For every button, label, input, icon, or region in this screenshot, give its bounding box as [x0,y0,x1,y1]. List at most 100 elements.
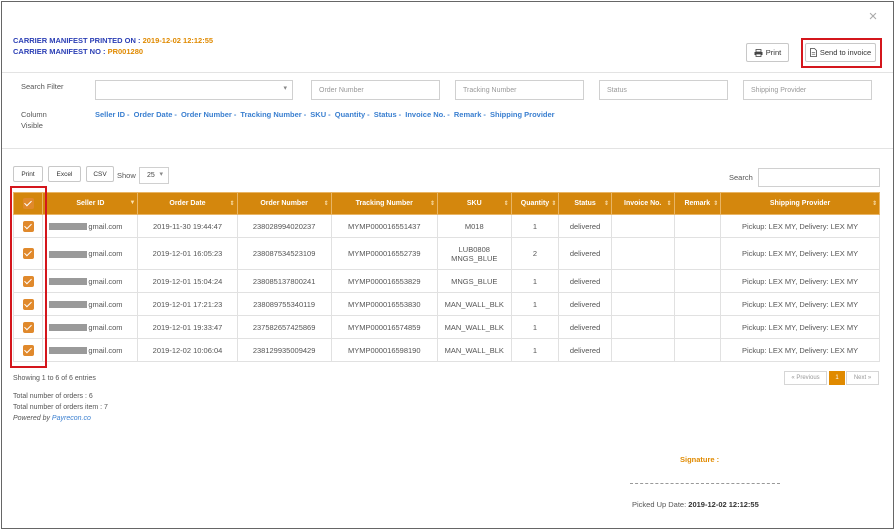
manifest-number: CARRIER MANIFEST NO : PR001280 [13,47,143,56]
column-header-shipping-provider[interactable]: Shipping Provider ⇕ [720,192,880,215]
powered-by: Powered by Payrecon.co [13,415,91,422]
col-toggle-order-date[interactable]: Order Date [134,110,173,119]
page-size-select[interactable]: 25 ▾ [139,167,169,184]
table-header-row: Seller ID ▼ Order Date ⇕ Order Number ⇕ Tra… [12,192,880,215]
col-toggle-status[interactable]: Status [374,110,397,119]
picked-up-label: Picked Up Date: [632,500,687,509]
order-number: 238089755340119 [236,292,332,316]
total-orders: Total number of orders : 6 [13,393,93,400]
order-date: 2019-12-01 15:04:24 [137,269,238,293]
order-number: 238028994020237 [236,214,332,238]
order-date: 2019-11-30 19:44:47 [137,214,238,238]
print-button[interactable]: Print [746,43,789,62]
checkbox-column-highlight [10,186,47,368]
total-items: Total number of orders item : 7 [13,404,108,411]
signature-line [630,483,780,484]
sort-icon: ⇕ [429,201,435,207]
column-header-seller-id[interactable]: Seller ID ▼ [42,192,139,215]
manifest-table: Seller ID ▼ Order Date ⇕ Order Number ⇕ Tra… [12,192,880,362]
picked-up-value: 2019-12-02 12:12:55 [688,500,759,509]
payrecon-link[interactable]: Payrecon.co [52,415,91,422]
shipping-provider-input[interactable]: Shipping Provider [743,80,872,100]
manifest-no-value: PR001280 [107,47,144,56]
column-visible-label-line2: Visible [21,121,43,130]
next-page-button[interactable]: Next » [846,371,879,385]
order-date: 2019-12-01 17:21:23 [137,292,238,316]
page-1-button[interactable]: 1 [829,371,845,385]
entries-info: Showing 1 to 6 of 6 entries [13,375,96,382]
invoice-no [610,214,675,238]
sort-icon: ⇕ [603,201,609,207]
column-header-quantity[interactable]: Quantity ⇕ [510,192,560,215]
column-header-remark[interactable]: Remark ⇕ [673,192,722,215]
show-label: Show [117,171,136,180]
sort-icon: ⇕ [666,201,672,207]
remark [673,315,722,339]
column-header-status[interactable]: Status ⇕ [558,192,612,215]
remark [673,269,722,293]
col-toggle-seller-id[interactable]: Seller ID [95,110,125,119]
invoice-no [610,269,675,293]
seller-id: gmail.com [88,221,123,231]
col-toggle-order-number[interactable]: Order Number [181,110,232,119]
search-filter-select[interactable]: ▾ [95,80,293,100]
table-row: gmail.com 2019-12-01 19:33:47 2375826574… [12,315,880,339]
tracking-number: MYMP000016598190 [330,338,438,362]
column-header-sku[interactable]: SKU ⇕ [436,192,512,215]
table-search-input[interactable] [758,168,880,187]
send-to-invoice-highlight [801,38,882,68]
sku: MAN_WALL_BLK [436,292,512,316]
status-input[interactable]: Status [599,80,728,100]
order-date: 2019-12-01 19:33:47 [137,315,238,339]
sort-icon: ⇕ [551,201,557,207]
col-toggle-quantity[interactable]: Quantity [335,110,365,119]
table-row: gmail.com 2019-12-01 16:05:23 2380875345… [12,237,880,270]
sort-icon: ⇕ [503,201,509,207]
order-number: 237582657425869 [236,315,332,339]
order-date: 2019-12-01 16:05:23 [137,237,238,270]
printed-value: 2019-12-02 12:12:55 [142,36,214,45]
col-toggle-invoice-no[interactable]: Invoice No. [405,110,445,119]
seller-id: gmail.com [88,322,123,332]
seller-id: gmail.com [88,299,123,309]
chevron-down-icon: ▾ [283,85,287,92]
tracking-number-input[interactable]: Tracking Number [455,80,584,100]
col-toggle-remark[interactable]: Remark [454,110,482,119]
seller-id: gmail.com [88,345,123,355]
column-visibility-links: Seller ID - Order Date - Order Number - Tra… [95,110,555,119]
table-row: gmail.com 2019-11-30 19:44:47 2380289940… [12,214,880,238]
column-header-invoice-no[interactable]: Invoice No. ⇕ [610,192,675,215]
status: delivered [558,292,612,316]
remark [673,338,722,362]
column-visible-label-line1: Column [21,110,47,119]
table-row: gmail.com 2019-12-02 10:06:04 2381299350… [12,338,880,362]
redacted-email [49,250,88,258]
printed-label: CARRIER MANIFEST PRINTED ON : [13,36,141,45]
status: delivered [558,269,612,293]
tracking-number: MYMP000016574859 [330,315,438,339]
remark [673,292,722,316]
col-toggle-shipping-provider[interactable]: Shipping Provider [490,110,555,119]
previous-page-button[interactable]: « Previous [784,371,827,385]
sort-icon: ⇕ [229,201,235,207]
invoice-no [610,315,675,339]
column-header-order-date[interactable]: Order Date ⇕ [137,192,238,215]
sort-icon: ▼ [129,200,136,206]
column-header-order-number[interactable]: Order Number ⇕ [236,192,332,215]
shipping-provider: Pickup: LEX MY, Delivery: LEX MY [720,292,880,316]
col-toggle-sku[interactable]: SKU [310,110,326,119]
picked-up-date: Picked Up Date: 2019-12-02 12:12:55 [632,500,759,509]
order-number-input[interactable]: Order Number [311,80,440,100]
column-header-tracking-number[interactable]: Tracking Number ⇕ [330,192,438,215]
divider [2,148,893,149]
close-icon[interactable]: × [866,9,880,24]
table-print-button[interactable]: Print [13,166,43,182]
shipping-provider: Pickup: LEX MY, Delivery: LEX MY [720,214,880,238]
shipping-provider: Pickup: LEX MY, Delivery: LEX MY [720,338,880,362]
manifest-no-label: CARRIER MANIFEST NO : [13,47,106,56]
table-csv-button[interactable]: CSV [86,166,114,182]
search-filter-label: Search Filter [21,82,64,91]
col-toggle-tracking-number[interactable]: Tracking Number [240,110,301,119]
shipping-provider: Pickup: LEX MY, Delivery: LEX MY [720,315,880,339]
table-excel-button[interactable]: Excel [48,166,81,182]
